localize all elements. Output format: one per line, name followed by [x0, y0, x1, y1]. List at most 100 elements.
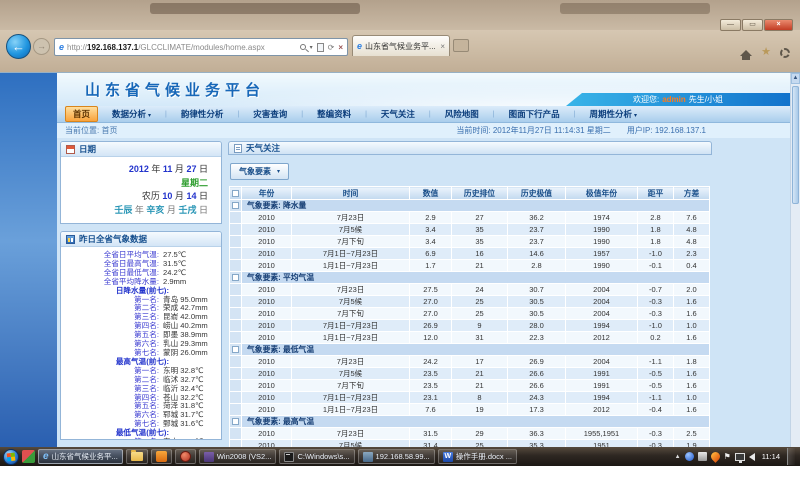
- refresh-icon[interactable]: ⟳: [328, 43, 335, 52]
- menu-item-1[interactable]: 数据分析▾: [105, 107, 158, 121]
- volume-icon[interactable]: [749, 453, 755, 461]
- taskbar-explorer-button[interactable]: [126, 449, 148, 464]
- table-group-row[interactable]: 气象要素: 降水量: [230, 200, 710, 212]
- cell: 4.8: [674, 224, 710, 236]
- cell: 1.9: [674, 440, 710, 448]
- taskbar-word-button[interactable]: W操作手册.docx ...: [438, 449, 517, 464]
- table-group-row[interactable]: 气象要素: 平均气温: [230, 272, 710, 284]
- main-content: 天气关注 气象要素 ▾ 年份时间数值历史排位历史极值极值年份距平方差 气象要素:…: [228, 141, 712, 447]
- menu-separator: |: [429, 111, 431, 118]
- cell: 35: [452, 224, 508, 236]
- desktop-background: [0, 0, 800, 30]
- welcome-suffix: 先生/小姐: [689, 94, 723, 105]
- menu-item-6[interactable]: 风险地图: [438, 107, 486, 121]
- cell: 1.6: [674, 308, 710, 320]
- cell: 1990: [566, 260, 638, 272]
- element-select-label: 气象要素: [239, 166, 271, 177]
- close-button[interactable]: ×: [764, 19, 793, 31]
- panel-icon: [234, 144, 242, 153]
- taskbar-app-button-orange[interactable]: [151, 449, 172, 464]
- taskbar-button-label: 192.168.58.99...: [376, 452, 430, 461]
- minimize-button[interactable]: —: [720, 19, 741, 31]
- date-panel-body: 2012 年 11 月 27 日 星期二 农历 10 月 14 日 壬辰 年 辛…: [61, 157, 221, 223]
- compatibility-view-icon[interactable]: [317, 43, 324, 52]
- menu-item-3[interactable]: 灾害查询: [246, 107, 294, 121]
- menu-item-7[interactable]: 图面下行产品: [502, 107, 567, 121]
- start-button[interactable]: [3, 449, 19, 465]
- settings-gear-icon[interactable]: [780, 48, 790, 58]
- element-select-button[interactable]: 气象要素 ▾: [230, 163, 289, 180]
- maximize-button[interactable]: ▭: [742, 19, 763, 31]
- menu-separator: |: [165, 111, 167, 118]
- scroll-up-icon[interactable]: ▲: [791, 73, 800, 84]
- menu-item-4[interactable]: 整编资料: [310, 107, 358, 121]
- expand-box-icon[interactable]: [232, 346, 239, 353]
- cell: -0.4: [638, 404, 674, 416]
- expand-box-icon[interactable]: [232, 418, 239, 425]
- action-center-flag-icon[interactable]: ⚑: [724, 452, 731, 461]
- address-bar[interactable]: e http://192.168.137.1/GLCCLIMATE/module…: [54, 38, 348, 56]
- screen: — ▭ × ← → e http://192.168.137.1/GLCCLIM…: [0, 0, 800, 500]
- cell: 6.9: [410, 248, 452, 260]
- chevron-down-icon[interactable]: ▾: [310, 44, 313, 51]
- cell: 30.5: [508, 308, 566, 320]
- show-desktop-button[interactable]: [787, 448, 795, 465]
- menu-item-2[interactable]: 韵律性分析: [174, 107, 231, 121]
- new-tab-button[interactable]: [453, 39, 469, 52]
- column-header: 历史排位: [452, 187, 508, 200]
- menu-item-5[interactable]: 天气关注: [374, 107, 422, 121]
- security-icon[interactable]: [709, 450, 722, 463]
- taskbar-rdp-button[interactable]: 192.168.58.99...: [358, 449, 435, 464]
- vertical-scrollbar[interactable]: ▲: [790, 73, 800, 447]
- expander-cell[interactable]: [230, 272, 242, 284]
- cell: 26.6: [508, 380, 566, 392]
- menu-item-0[interactable]: 首页: [65, 106, 98, 122]
- rank-line: 第一名:泰山 16.7℃: [63, 438, 219, 440]
- cell: 2004: [566, 296, 638, 308]
- cell: 25: [452, 308, 508, 320]
- home-icon[interactable]: [740, 50, 752, 56]
- cell: -1.0: [638, 248, 674, 260]
- expander-cell[interactable]: [230, 416, 242, 428]
- messenger-icon[interactable]: [685, 452, 694, 461]
- scrollbar-thumb[interactable]: [792, 86, 799, 204]
- expand-box-icon[interactable]: [232, 274, 239, 281]
- cell: 2010: [242, 440, 292, 448]
- cell: 7月23日: [292, 284, 410, 296]
- cell: 1955,1951: [566, 428, 638, 440]
- forward-button[interactable]: →: [33, 38, 50, 55]
- stop-icon[interactable]: ×: [338, 43, 343, 52]
- expander-cell[interactable]: [230, 344, 242, 356]
- taskbar-media-button[interactable]: [175, 449, 196, 464]
- checkbox-icon[interactable]: [232, 190, 239, 197]
- cell: 7月23日: [292, 428, 410, 440]
- cell: 1.6: [674, 332, 710, 344]
- table-row: 20107月下旬23.52126.61991-0.51.6: [230, 380, 710, 392]
- quick-launch-icon[interactable]: [22, 450, 35, 463]
- browser-tab[interactable]: e 山东省气候业务平... ×: [352, 35, 450, 56]
- cell: 21: [452, 260, 508, 272]
- back-button[interactable]: ←: [6, 34, 31, 59]
- taskbar-cmd-button[interactable]: C:\Windows\s...: [279, 449, 354, 464]
- cell: 1.7: [410, 260, 452, 272]
- taskbar-ie-button[interactable]: e 山东省气候业务平...: [38, 449, 123, 464]
- taskbar-vs-button[interactable]: Win2008 (VS2...: [199, 449, 277, 464]
- taskbar-clock[interactable]: 11:14: [759, 452, 783, 461]
- ime-icon[interactable]: [698, 452, 707, 461]
- table-row: 20107月5候23.52126.61991-0.51.6: [230, 368, 710, 380]
- menu-item-8[interactable]: 周期性分析▾: [582, 107, 644, 121]
- search-icon[interactable]: [300, 44, 306, 50]
- taskbar-button-label: 操作手册.docx ...: [456, 451, 512, 462]
- weather-watch-title: 天气关注: [246, 142, 280, 154]
- table-group-row[interactable]: 气象要素: 最高气温: [230, 416, 710, 428]
- vs-icon: [204, 452, 214, 462]
- table-group-row[interactable]: 气象要素: 最低气温: [230, 344, 710, 356]
- tray-expand-icon[interactable]: ▲: [675, 454, 681, 460]
- chevron-down-icon: ▾: [634, 113, 637, 119]
- favorites-star-icon[interactable]: ★: [761, 47, 771, 58]
- expander-cell[interactable]: [230, 200, 242, 212]
- cell: 2.8: [508, 260, 566, 272]
- network-icon[interactable]: [735, 453, 745, 461]
- expand-box-icon[interactable]: [232, 202, 239, 209]
- tab-close-icon[interactable]: ×: [440, 42, 445, 51]
